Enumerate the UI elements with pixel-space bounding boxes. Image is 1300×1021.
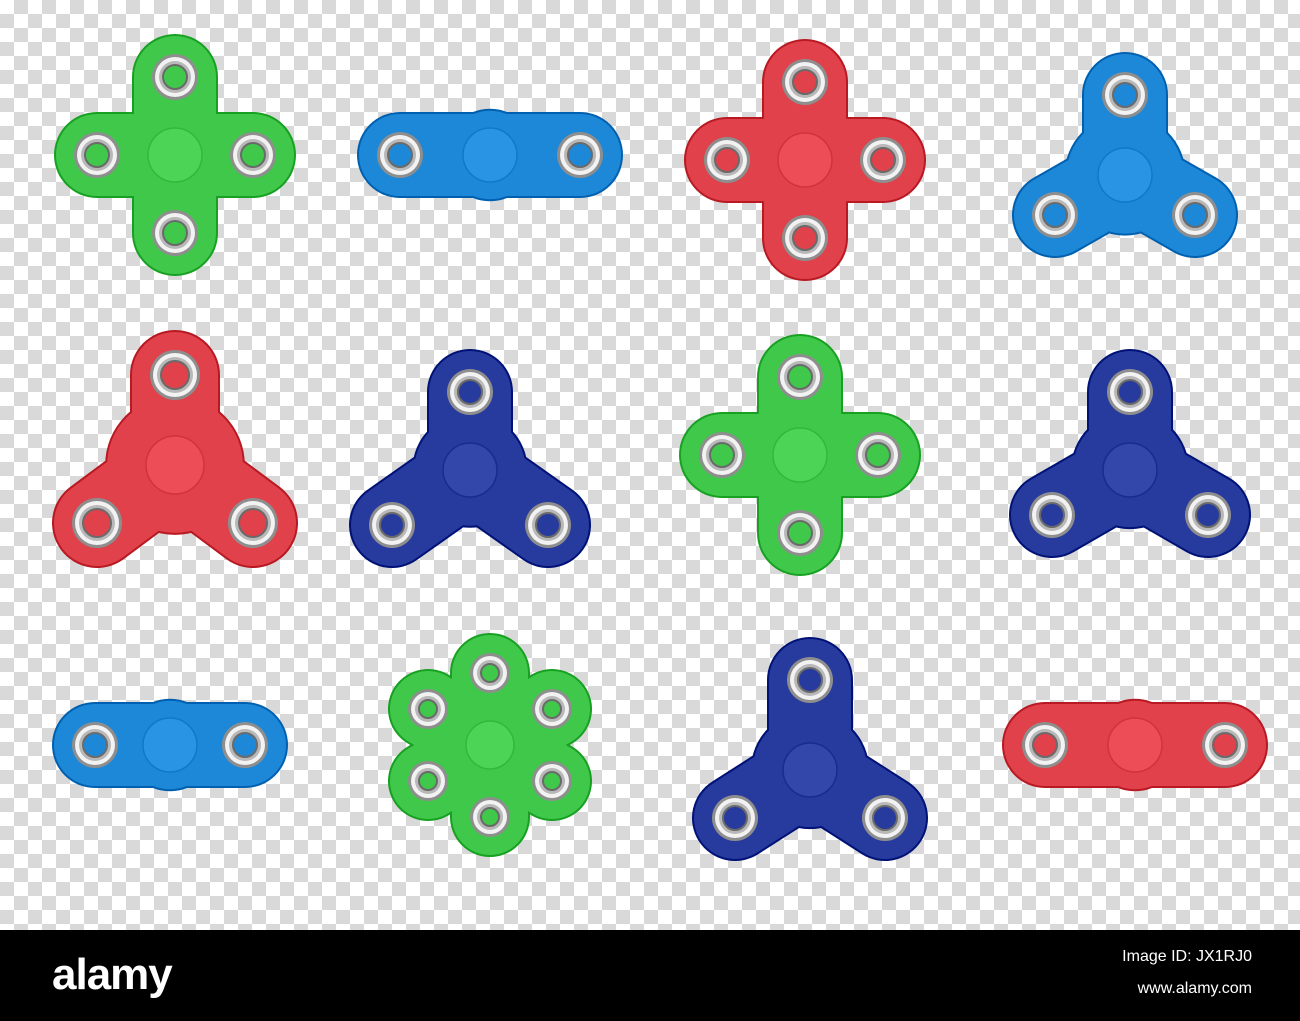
bearing-hole (865, 442, 891, 468)
bearing-hole (387, 142, 413, 168)
footer-bar: alamy Image ID: JX1RJ0 www.alamy.com (0, 930, 1300, 1021)
bearing-hole (160, 360, 190, 390)
bearing-hole (240, 142, 266, 168)
blue-bar-spinner (357, 108, 623, 202)
center-cap (1107, 717, 1163, 773)
bearing-hole (535, 512, 561, 538)
bearing-hole (1182, 202, 1208, 228)
bearing-hole (1117, 379, 1143, 405)
bearing-hole (238, 508, 268, 538)
center-cap (462, 127, 518, 183)
bearing-hole (787, 520, 813, 546)
bearing-hole (1212, 732, 1238, 758)
bearing-hole (792, 69, 818, 95)
green-cross-spinner (54, 34, 296, 276)
bearing-hole (567, 142, 593, 168)
center-cap (142, 717, 198, 773)
spinner-illustration (52, 34, 1268, 861)
bearing-hole (714, 147, 740, 173)
center-cap (777, 132, 833, 188)
bearing-hole (797, 667, 823, 693)
bearing-hole (1195, 502, 1221, 528)
center-cap (1097, 147, 1153, 203)
blue-dual-spinner (52, 698, 288, 792)
bearing-hole (418, 771, 438, 791)
center-cap (145, 435, 205, 495)
bearing-hole (1042, 202, 1068, 228)
red-cross-spinner (684, 39, 926, 281)
bearing-hole (872, 805, 898, 831)
bearing-hole (787, 364, 813, 390)
center-cap (442, 442, 498, 498)
bearing-hole (379, 512, 405, 538)
bearing-hole (1032, 732, 1058, 758)
center-cap (147, 127, 203, 183)
center-cap (782, 742, 838, 798)
bearing-hole (722, 805, 748, 831)
red-bar-spinner (1002, 698, 1268, 792)
bearing-hole (542, 771, 562, 791)
center-cap (1102, 442, 1158, 498)
green-hex-spinner (388, 633, 592, 857)
bearing-hole (542, 699, 562, 719)
image-id-label: Image ID: JX1RJ0 (1122, 948, 1252, 965)
navy-swirl-spinner (1009, 349, 1251, 558)
bearing-hole (870, 147, 896, 173)
site-url: www.alamy.com (1137, 980, 1252, 997)
bearing-hole (792, 225, 818, 251)
bearing-hole (418, 699, 438, 719)
navy-tri-spinner (349, 349, 591, 568)
bearing-hole (480, 663, 500, 683)
green-cross-spinner-2 (679, 334, 921, 576)
bearing-hole (82, 732, 108, 758)
center-cap (465, 720, 515, 770)
bearing-hole (457, 379, 483, 405)
bearing-hole (162, 64, 188, 90)
transparent-checker-canvas (0, 0, 1300, 930)
red-tri-spinner (52, 330, 298, 568)
bearing-hole (480, 807, 500, 827)
bearing-hole (82, 508, 112, 538)
bearing-hole (84, 142, 110, 168)
blue-tri-spinner (1012, 52, 1238, 258)
bearing-hole (1039, 502, 1065, 528)
bearing-hole (709, 442, 735, 468)
bearing-hole (232, 732, 258, 758)
brand-logo: alamy (52, 950, 173, 999)
navy-tri-spinner-2 (692, 637, 928, 861)
center-cap (772, 427, 828, 483)
bearing-hole (162, 220, 188, 246)
bearing-hole (1112, 82, 1138, 108)
